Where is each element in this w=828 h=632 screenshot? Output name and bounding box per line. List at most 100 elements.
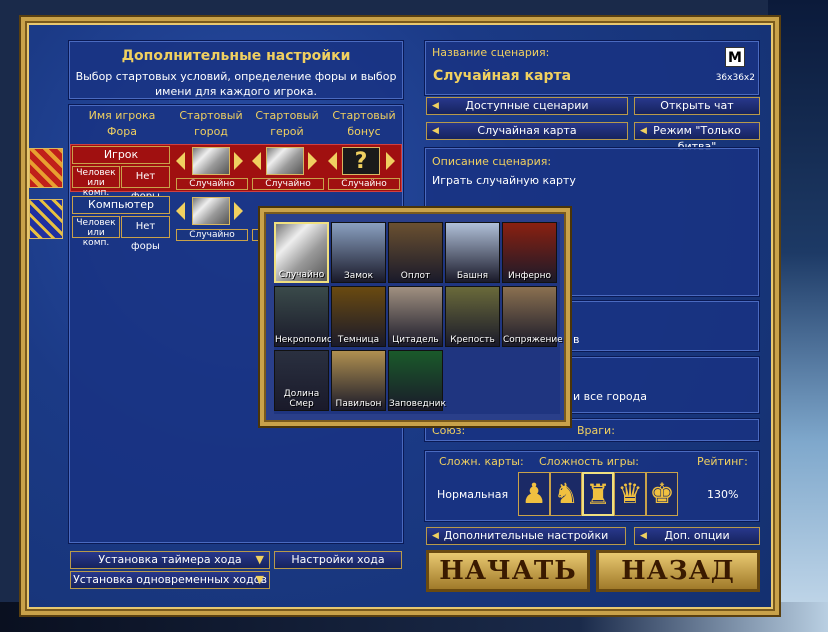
hero-caption-1: Случайно bbox=[252, 178, 324, 190]
bonus-next-arrow-1[interactable] bbox=[386, 152, 395, 170]
map-difficulty-value: Нормальная bbox=[437, 488, 509, 501]
player-name-1[interactable]: Игрок bbox=[72, 146, 170, 164]
triangle-left-icon: ◀ bbox=[432, 531, 439, 541]
bonus-caption-1: Случайно bbox=[328, 178, 400, 190]
triangle-left-icon: ◀ bbox=[640, 531, 647, 541]
town-caption-2: Случайно bbox=[176, 229, 248, 241]
page-title: Дополнительные настройки bbox=[121, 48, 351, 64]
town-tile-2[interactable] bbox=[192, 197, 230, 225]
start-button[interactable]: НАЧАТЬ bbox=[426, 550, 590, 592]
loss-text: и все города bbox=[573, 390, 648, 403]
player-type-1[interactable]: Человек или комп. bbox=[72, 166, 120, 198]
scenario-name-panel: Название сценария: Случайная карта M 36x… bbox=[424, 40, 760, 96]
available-scenarios-label: Доступные сценарии bbox=[465, 99, 589, 112]
simultaneous-turns-label: Установка одновременных ходов bbox=[73, 573, 267, 586]
town-option[interactable]: Башня bbox=[445, 222, 500, 283]
scenario-name-label: Название сценария: bbox=[432, 46, 550, 59]
rating-value: 130% bbox=[707, 488, 739, 501]
enemies-label: Враги: bbox=[577, 424, 615, 437]
extra-options-button[interactable]: ◀ Доп. опции bbox=[634, 527, 760, 545]
town-prev-arrow-1[interactable] bbox=[176, 152, 185, 170]
difficulty-pawn[interactable]: ♟ bbox=[518, 472, 550, 516]
hero-next-arrow-1[interactable] bbox=[308, 152, 317, 170]
battle-only-button[interactable]: ◀ Режим "Только битва" bbox=[634, 122, 760, 153]
hero-caption-2 bbox=[252, 229, 260, 241]
town-option-label: Случайно bbox=[278, 270, 325, 280]
player-flag-red[interactable] bbox=[29, 148, 63, 188]
town-option-label: Цитадель bbox=[392, 335, 439, 345]
town-prev-arrow-2[interactable] bbox=[176, 202, 185, 220]
turn-settings-button[interactable]: Настройки хода bbox=[274, 551, 402, 569]
town-next-arrow-1[interactable] bbox=[234, 152, 243, 170]
town-option[interactable]: Случайно bbox=[274, 222, 329, 283]
town-option[interactable]: Цитадель bbox=[388, 286, 443, 347]
difficulty-knight[interactable]: ♞ bbox=[550, 472, 582, 516]
town-option-label: Павильон bbox=[335, 399, 382, 409]
town-option[interactable]: Заповедник bbox=[388, 350, 446, 411]
difficulty-king[interactable]: ♚ bbox=[646, 472, 678, 516]
town-option-label: Башня bbox=[456, 271, 489, 281]
rating-label: Рейтинг: bbox=[697, 455, 748, 468]
map-size-label: 36x36x2 bbox=[715, 73, 755, 83]
town-option-label: Замок bbox=[343, 271, 374, 281]
difficulty-queen[interactable]: ♛ bbox=[614, 472, 646, 516]
town-option-label: Сопряжение bbox=[503, 335, 563, 345]
player-handicap-1[interactable]: Нет форы bbox=[121, 166, 170, 202]
player-flag-blue[interactable] bbox=[29, 199, 63, 239]
random-map-button[interactable]: ◀ Случайная карта bbox=[426, 122, 628, 140]
triangle-left-icon: ◀ bbox=[432, 101, 439, 111]
advanced-settings-button[interactable]: ◀ Дополнительные настройки bbox=[426, 527, 626, 545]
triangle-left-icon: ◀ bbox=[432, 126, 439, 136]
town-option[interactable]: Павильон bbox=[331, 350, 386, 411]
col-start-hero: Стартовый герой bbox=[255, 109, 319, 138]
town-option-label: Крепость bbox=[450, 335, 495, 345]
game-difficulty-label: Сложность игры: bbox=[539, 455, 640, 468]
extra-options-label: Доп. опции bbox=[664, 529, 730, 542]
town-option[interactable]: Долина Смер bbox=[274, 350, 329, 411]
town-option[interactable]: Замок bbox=[331, 222, 386, 283]
chevron-down-icon: ▼ bbox=[255, 553, 264, 566]
town-grid: Случайно Замок Оплот Башня Инферно Некрополис… bbox=[274, 222, 563, 414]
town-option[interactable]: Темница bbox=[331, 286, 386, 347]
town-option-label: Долина Смер bbox=[283, 389, 320, 409]
page-subtitle: Выбор стартовых условий, определение фор… bbox=[75, 70, 397, 98]
difficulty-rook[interactable]: ♜ bbox=[582, 472, 614, 516]
player-type-2[interactable]: Человек или комп. bbox=[72, 216, 120, 248]
town-option-label: Инферно bbox=[508, 271, 551, 281]
simultaneous-turns-dropdown[interactable]: Установка одновременных ходов ▼ bbox=[70, 571, 270, 589]
town-option-label: Заповедник bbox=[389, 399, 446, 409]
town-option[interactable]: Инферно bbox=[502, 222, 557, 283]
advanced-settings-label: Дополнительные настройки bbox=[443, 529, 609, 542]
map-size-icon: M bbox=[725, 47, 745, 67]
col-player-name: Имя игрока Фора bbox=[88, 109, 156, 138]
hero-prev-arrow-1[interactable] bbox=[252, 152, 261, 170]
left-header-panel: Дополнительные настройки Выбор стартовых… bbox=[68, 40, 404, 100]
town-caption-1: Случайно bbox=[176, 178, 248, 190]
description-label: Описание сценария: bbox=[432, 155, 552, 168]
town-tile-1[interactable] bbox=[192, 147, 230, 175]
back-button[interactable]: НАЗАД bbox=[596, 550, 760, 592]
town-option-label: Некрополис bbox=[275, 335, 332, 345]
description-text: Играть случайную карту bbox=[432, 174, 576, 187]
bonus-tile-1[interactable]: ? bbox=[342, 147, 380, 175]
col-start-town: Стартовый город bbox=[179, 109, 243, 138]
town-option-label: Оплот bbox=[400, 271, 431, 281]
open-chat-button[interactable]: Открыть чат bbox=[634, 97, 760, 115]
random-map-label: Случайная карта bbox=[477, 124, 577, 137]
turn-timer-dropdown[interactable]: Установка таймера хода ▼ bbox=[70, 551, 270, 569]
town-selection-popup: Случайно Замок Оплот Башня Инферно Некрополис… bbox=[258, 206, 572, 428]
hero-tile-1[interactable] bbox=[266, 147, 304, 175]
town-option[interactable]: Оплот bbox=[388, 222, 443, 283]
town-option[interactable]: Сопряжение bbox=[502, 286, 563, 347]
player-name-2[interactable]: Компьютер bbox=[72, 196, 170, 214]
player-handicap-2[interactable]: Нет форы bbox=[121, 216, 170, 252]
town-next-arrow-2[interactable] bbox=[234, 202, 243, 220]
scenario-name: Случайная карта bbox=[433, 68, 572, 84]
chevron-down-icon: ▼ bbox=[255, 573, 264, 586]
town-option-label: Темница bbox=[337, 335, 380, 345]
bonus-prev-arrow-1[interactable] bbox=[328, 152, 337, 170]
available-scenarios-button[interactable]: ◀ Доступные сценарии bbox=[426, 97, 628, 115]
victory-text: в bbox=[573, 333, 580, 346]
town-option[interactable]: Некрополис bbox=[274, 286, 332, 347]
town-option[interactable]: Крепость bbox=[445, 286, 500, 347]
